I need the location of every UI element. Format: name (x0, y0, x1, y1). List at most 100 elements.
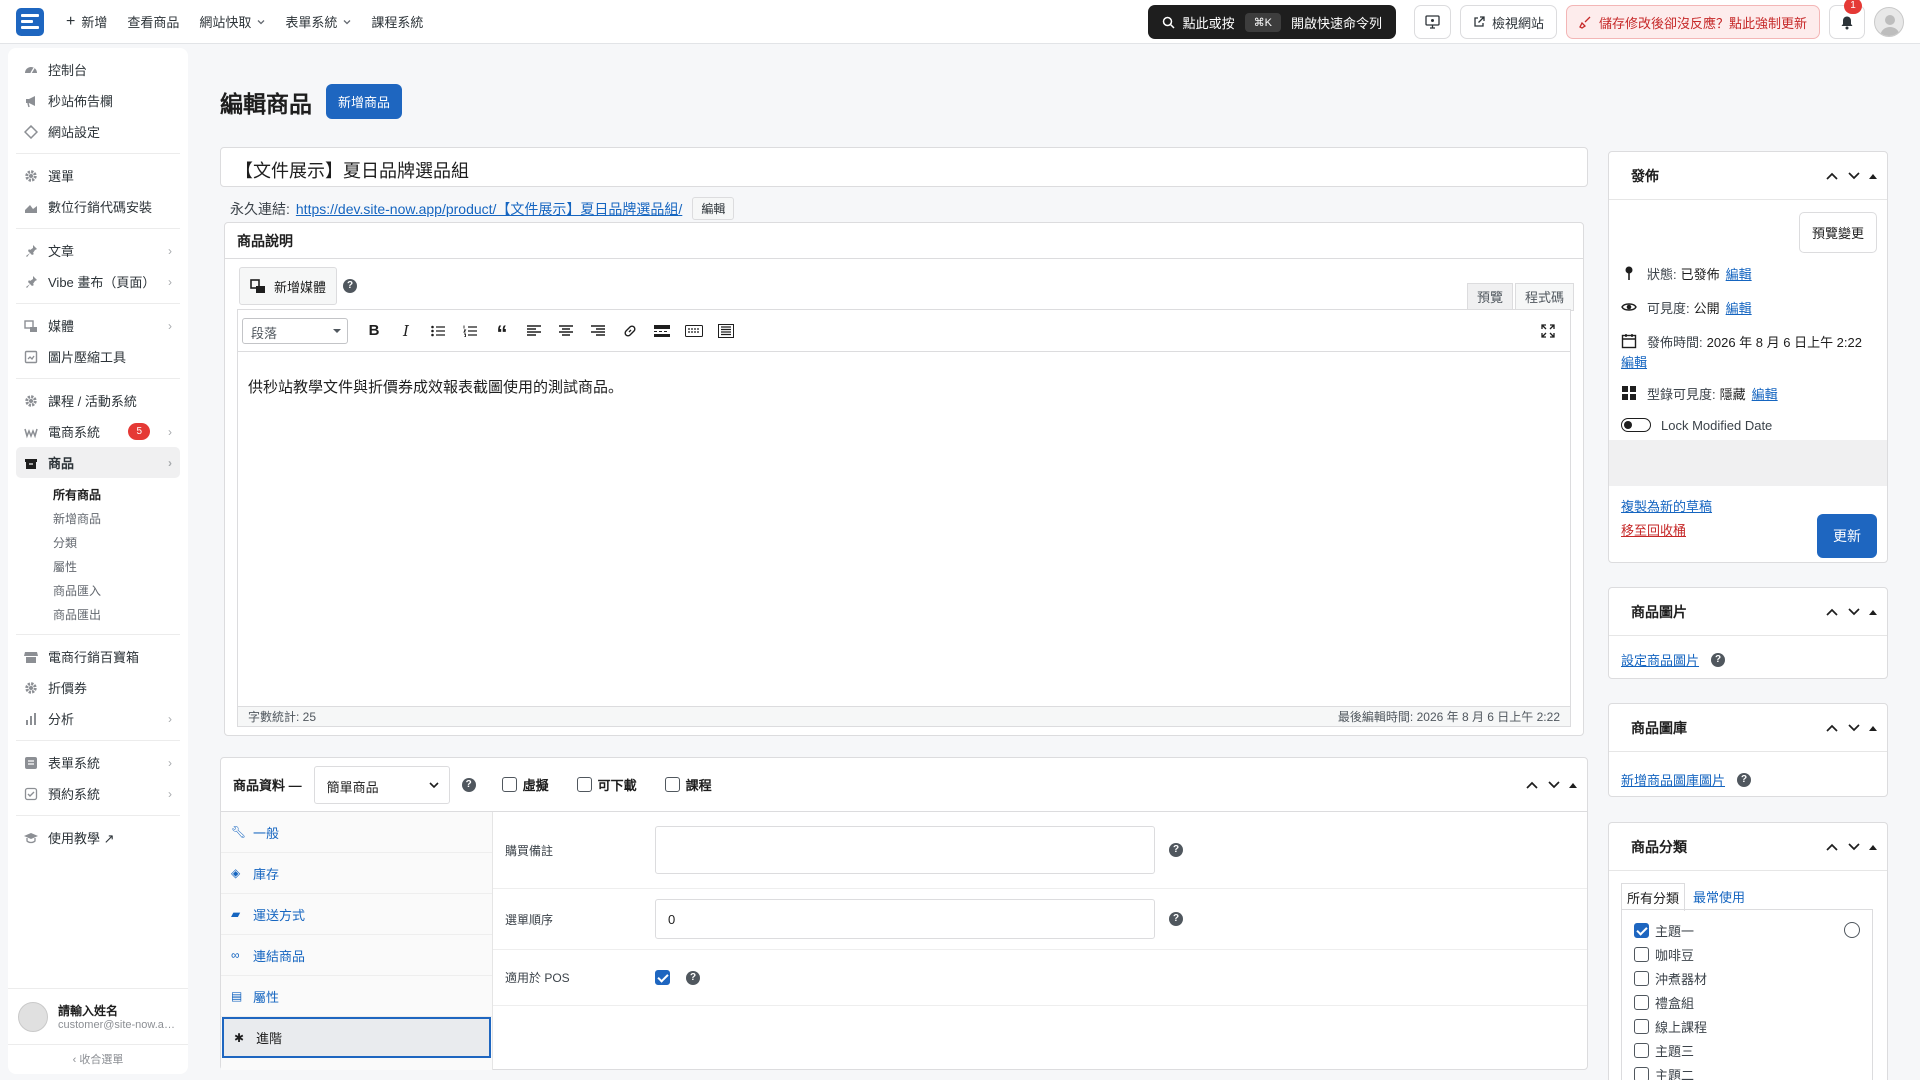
sidebar-item-bulletin[interactable]: 秒站佈告欄 (16, 85, 180, 116)
chevron-up-icon[interactable] (1825, 607, 1839, 617)
help-icon[interactable]: ? (1711, 652, 1726, 667)
set-product-image-link[interactable]: 設定商品圖片 (1621, 650, 1699, 669)
site-logo[interactable] (16, 7, 44, 36)
topnav-courses[interactable]: 課程系統 (371, 0, 423, 44)
category-checkbox[interactable] (1634, 1042, 1649, 1058)
force-refresh-button[interactable]: 儲存修改後卻沒反應？點此強制更新 (1565, 5, 1820, 39)
align-right-icon[interactable] (582, 317, 614, 345)
chevron-down-icon[interactable] (1847, 171, 1861, 181)
move-to-trash-link[interactable]: 移至回收桶 (1621, 520, 1686, 539)
tab-shipping[interactable]: ▰ 運送方式 (221, 894, 492, 935)
tab-advanced[interactable]: ✱ 進階 (222, 1017, 491, 1058)
chevron-down-icon[interactable] (1847, 723, 1861, 733)
tab-linked-products[interactable]: ∞ 連結商品 (221, 935, 492, 976)
format-select[interactable]: 段落 (242, 317, 348, 344)
submenu-import[interactable]: 商品匯入 (16, 578, 180, 602)
numbered-list-icon[interactable] (454, 317, 486, 345)
submenu-all-products[interactable]: 所有商品 (16, 482, 180, 506)
topnav-new[interactable]: + 新增 (66, 0, 107, 44)
lock-modified-toggle[interactable] (1621, 418, 1651, 432)
sidebar-item-booking[interactable]: 預約系統 › (16, 778, 180, 809)
sidebar-item-dashboard[interactable]: 控制台 (16, 54, 180, 85)
sidebar-item-image-compress[interactable]: 圖片壓縮工具 (16, 341, 180, 372)
category-item[interactable]: 主題一 (1634, 918, 1860, 942)
collapse-menu-button[interactable]: ‹ 收合選單 (8, 1044, 188, 1074)
read-more-icon[interactable] (646, 317, 678, 345)
sidebar-item-form-system[interactable]: 表單系統 › (16, 747, 180, 778)
chevron-up-icon[interactable] (1825, 842, 1839, 852)
add-new-product-button[interactable]: 新增商品 (326, 84, 403, 119)
option-course[interactable]: 課程 (664, 775, 712, 794)
pos-checkbox[interactable] (655, 970, 670, 985)
category-checkbox[interactable] (1634, 1066, 1649, 1080)
command-palette-button[interactable]: 點此或按 ⌘K 開啟快速命令列 (1147, 5, 1396, 39)
blockquote-icon[interactable]: “ (486, 317, 518, 346)
tab-attributes[interactable]: ▤ 屬性 (221, 976, 492, 1017)
preview-changes-button[interactable]: 預覽變更 (1798, 212, 1877, 253)
user-avatar[interactable] (1874, 7, 1904, 37)
chevron-down-icon[interactable] (1847, 607, 1861, 617)
align-left-icon[interactable] (518, 317, 550, 345)
help-icon[interactable]: ? (1169, 912, 1183, 926)
product-title-input[interactable]: 【文件展示】夏日品牌選品組 (220, 147, 1588, 187)
category-item[interactable]: 禮盒組 (1634, 990, 1860, 1014)
italic-icon[interactable]: I (390, 317, 422, 345)
tab-code[interactable]: 程式碼 (1515, 283, 1575, 311)
collapse-arrow-icon[interactable] (1869, 725, 1877, 731)
course-checkbox[interactable] (664, 777, 680, 792)
virtual-checkbox[interactable] (501, 777, 517, 792)
collapse-arrow-icon[interactable] (1869, 609, 1877, 615)
tab-all-categories[interactable]: 所有分類 (1621, 883, 1686, 911)
sidebar-item-analytics[interactable]: 分析 › (16, 703, 180, 734)
chevron-down-icon[interactable] (1847, 842, 1861, 852)
tab-visual[interactable]: 預覽 (1467, 283, 1514, 311)
keyboard-icon[interactable] (678, 317, 710, 345)
sidebar-item-marketing-code[interactable]: 數位行銷代碼安裝 (16, 191, 180, 222)
help-icon[interactable]: ? (1737, 772, 1752, 787)
editor-content[interactable]: 供秒站教學文件與折價券成效報表截圖使用的測試商品。 (238, 352, 1570, 706)
add-media-button[interactable]: 新增媒體 (239, 267, 338, 305)
catalog-edit-link[interactable]: 編輯 (1752, 384, 1778, 403)
status-edit-link[interactable]: 編輯 (1726, 264, 1752, 283)
category-checkbox[interactable] (1634, 946, 1649, 962)
help-icon[interactable]: ? (686, 970, 700, 985)
sidebar-item-tutorials[interactable]: 使用教學 ↗ (16, 822, 180, 853)
radio-icon[interactable] (1844, 922, 1860, 938)
purchase-note-textarea[interactable] (655, 826, 1155, 874)
option-virtual[interactable]: 虛擬 (501, 775, 549, 794)
sidebar-item-site-settings[interactable]: 網站設定 (16, 116, 180, 147)
update-button[interactable]: 更新 (1817, 514, 1877, 558)
copy-to-draft-link[interactable]: 複製為新的草稿 (1621, 496, 1712, 515)
collapse-arrow-icon[interactable] (1569, 782, 1577, 788)
topnav-view-product[interactable]: 查看商品 (127, 0, 179, 44)
link-icon[interactable] (614, 317, 646, 345)
submenu-attributes[interactable]: 屬性 (16, 554, 180, 578)
chevron-up-icon[interactable] (1525, 780, 1539, 790)
sidebar-item-marketing-toolbox[interactable]: 電商行銷百寶箱 (16, 641, 180, 672)
downloadable-checkbox[interactable] (576, 777, 592, 792)
visibility-edit-link[interactable]: 編輯 (1726, 298, 1752, 317)
submenu-export[interactable]: 商品匯出 (16, 602, 180, 626)
category-item[interactable]: 沖煮器材 (1634, 966, 1860, 990)
submenu-add-product[interactable]: 新增商品 (16, 506, 180, 530)
category-item[interactable]: 主題二 (1634, 1062, 1860, 1080)
chevron-down-icon[interactable] (1547, 780, 1561, 790)
bold-icon[interactable]: B (358, 317, 390, 345)
user-profile[interactable]: 請輸入姓名 customer@site-now.app (8, 988, 188, 1044)
submenu-categories[interactable]: 分類 (16, 530, 180, 554)
category-checkbox[interactable] (1634, 970, 1649, 986)
tab-general[interactable]: 🔧︎ 一般 (221, 812, 492, 853)
align-center-icon[interactable] (550, 317, 582, 345)
topnav-cache[interactable]: 網站快取 (199, 0, 265, 44)
permalink-link[interactable]: https://dev.site-now.app/product/【文件展示】夏… (296, 199, 682, 219)
add-gallery-images-link[interactable]: 新增商品圖庫圖片 (1621, 770, 1725, 789)
topnav-forms[interactable]: 表單系統 (285, 0, 351, 44)
category-checkbox[interactable] (1634, 994, 1649, 1010)
view-site-button[interactable]: 檢視網站 (1459, 5, 1557, 39)
chevron-up-icon[interactable] (1825, 723, 1839, 733)
help-icon[interactable]: ? (343, 279, 357, 293)
help-icon[interactable]: ? (1169, 843, 1183, 857)
sidebar-item-ecommerce[interactable]: 電商系統 5 › (16, 416, 180, 447)
tab-most-used[interactable]: 最常使用 (1685, 883, 1753, 911)
permalink-edit-button[interactable]: 編輯 (692, 197, 735, 220)
